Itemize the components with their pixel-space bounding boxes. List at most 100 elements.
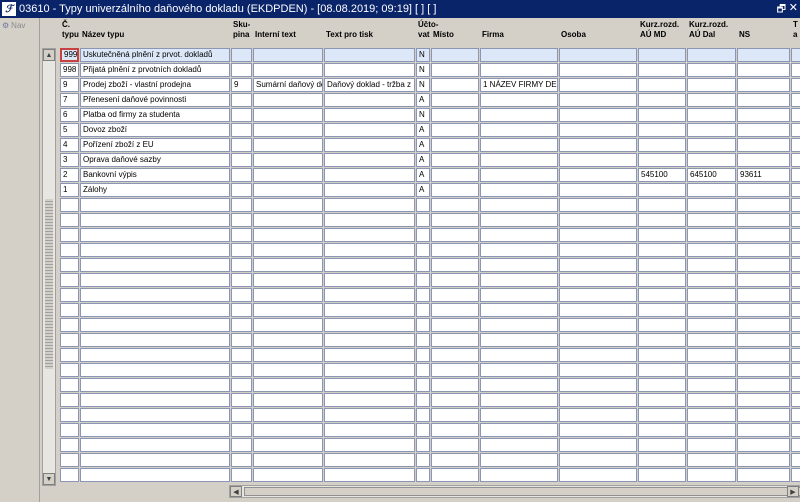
table-cell[interactable]	[231, 273, 252, 287]
table-cell[interactable]	[80, 243, 230, 257]
table-cell[interactable]	[431, 273, 479, 287]
table-cell[interactable]	[80, 333, 230, 347]
table-cell[interactable]	[231, 258, 252, 272]
table-cell[interactable]	[559, 183, 637, 197]
table-cell[interactable]	[80, 258, 230, 272]
table-cell[interactable]	[60, 423, 79, 437]
table-cell[interactable]	[431, 318, 479, 332]
table-cell[interactable]	[253, 258, 323, 272]
table-cell[interactable]	[559, 273, 637, 287]
table-cell[interactable]	[559, 168, 637, 182]
table-cell[interactable]	[559, 393, 637, 407]
table-cell[interactable]	[80, 288, 230, 302]
table-cell[interactable]	[559, 288, 637, 302]
table-cell[interactable]	[431, 63, 479, 77]
table-cell[interactable]	[431, 468, 479, 482]
table-cell[interactable]: 5	[60, 123, 79, 137]
table-cell[interactable]	[80, 348, 230, 362]
table-cell[interactable]	[324, 318, 415, 332]
table-cell[interactable]	[638, 378, 686, 392]
table-cell[interactable]	[480, 258, 558, 272]
table-cell[interactable]	[791, 318, 800, 332]
table-cell[interactable]	[559, 198, 637, 212]
table-cell[interactable]	[791, 168, 800, 182]
table-cell[interactable]	[480, 408, 558, 422]
table-cell[interactable]	[791, 198, 800, 212]
table-cell[interactable]	[231, 303, 252, 317]
table-cell[interactable]	[253, 423, 323, 437]
table-cell[interactable]	[559, 348, 637, 362]
table-cell[interactable]	[737, 288, 790, 302]
table-cell[interactable]	[60, 213, 79, 227]
table-cell[interactable]	[431, 258, 479, 272]
table-cell[interactable]	[231, 228, 252, 242]
table-cell[interactable]	[480, 228, 558, 242]
table-cell[interactable]	[324, 138, 415, 152]
table-cell[interactable]	[253, 228, 323, 242]
table-cell[interactable]	[687, 453, 736, 467]
table-cell[interactable]	[324, 303, 415, 317]
table-cell[interactable]	[737, 138, 790, 152]
table-cell[interactable]	[559, 378, 637, 392]
table-cell[interactable]	[416, 378, 430, 392]
table-cell[interactable]: Přijatá plnění z prvotních dokladů	[80, 63, 230, 77]
table-cell[interactable]	[324, 228, 415, 242]
table-cell[interactable]	[559, 423, 637, 437]
table-cell[interactable]	[324, 123, 415, 137]
table-cell[interactable]: 7	[60, 93, 79, 107]
table-cell[interactable]	[253, 408, 323, 422]
table-cell[interactable]	[737, 438, 790, 452]
column-header[interactable]: Interní text	[255, 20, 296, 40]
table-cell[interactable]	[231, 63, 252, 77]
table-cell[interactable]	[687, 318, 736, 332]
table-cell[interactable]	[431, 288, 479, 302]
table-cell[interactable]	[80, 438, 230, 452]
table-cell[interactable]	[687, 93, 736, 107]
table-cell[interactable]	[60, 468, 79, 482]
table-cell[interactable]	[791, 303, 800, 317]
table-cell[interactable]	[559, 318, 637, 332]
table-cell[interactable]	[80, 198, 230, 212]
table-cell[interactable]	[638, 288, 686, 302]
table-cell[interactable]	[638, 303, 686, 317]
table-cell[interactable]	[638, 348, 686, 362]
table-cell[interactable]	[737, 378, 790, 392]
table-cell[interactable]	[559, 258, 637, 272]
table-cell[interactable]	[431, 423, 479, 437]
table-cell[interactable]	[416, 408, 430, 422]
table-cell[interactable]	[638, 123, 686, 137]
table-cell[interactable]	[687, 123, 736, 137]
table-cell[interactable]	[737, 423, 790, 437]
table-cell[interactable]	[737, 303, 790, 317]
table-cell[interactable]	[253, 243, 323, 257]
table-cell[interactable]	[60, 348, 79, 362]
table-cell[interactable]	[559, 363, 637, 377]
table-cell[interactable]	[231, 108, 252, 122]
table-cell[interactable]	[60, 198, 79, 212]
table-cell[interactable]	[324, 363, 415, 377]
table-cell[interactable]	[324, 333, 415, 347]
table-cell[interactable]	[638, 423, 686, 437]
table-cell[interactable]	[253, 63, 323, 77]
table-cell[interactable]	[431, 303, 479, 317]
table-cell[interactable]	[231, 48, 252, 62]
table-cell[interactable]: Uskutečněná plnění z prvot. dokladů	[80, 48, 230, 62]
table-cell[interactable]	[559, 123, 637, 137]
table-cell[interactable]	[231, 438, 252, 452]
table-cell[interactable]	[480, 183, 558, 197]
table-cell[interactable]	[638, 228, 686, 242]
table-cell[interactable]	[791, 243, 800, 257]
table-cell[interactable]	[253, 468, 323, 482]
table-cell[interactable]	[231, 453, 252, 467]
scroll-right-icon[interactable]: ▶	[787, 486, 799, 497]
scroll-down-icon[interactable]: ▼	[43, 473, 55, 485]
scroll-left-icon[interactable]: ◀	[230, 486, 242, 497]
table-cell[interactable]	[80, 423, 230, 437]
table-cell[interactable]	[791, 378, 800, 392]
table-cell[interactable]	[559, 408, 637, 422]
column-header[interactable]: Kurz.rozd. AÚ Dal	[689, 20, 728, 40]
table-cell[interactable]	[416, 333, 430, 347]
table-cell[interactable]	[638, 243, 686, 257]
vertical-scrollbar[interactable]: ▲ ▼	[42, 48, 56, 486]
table-cell[interactable]	[638, 93, 686, 107]
